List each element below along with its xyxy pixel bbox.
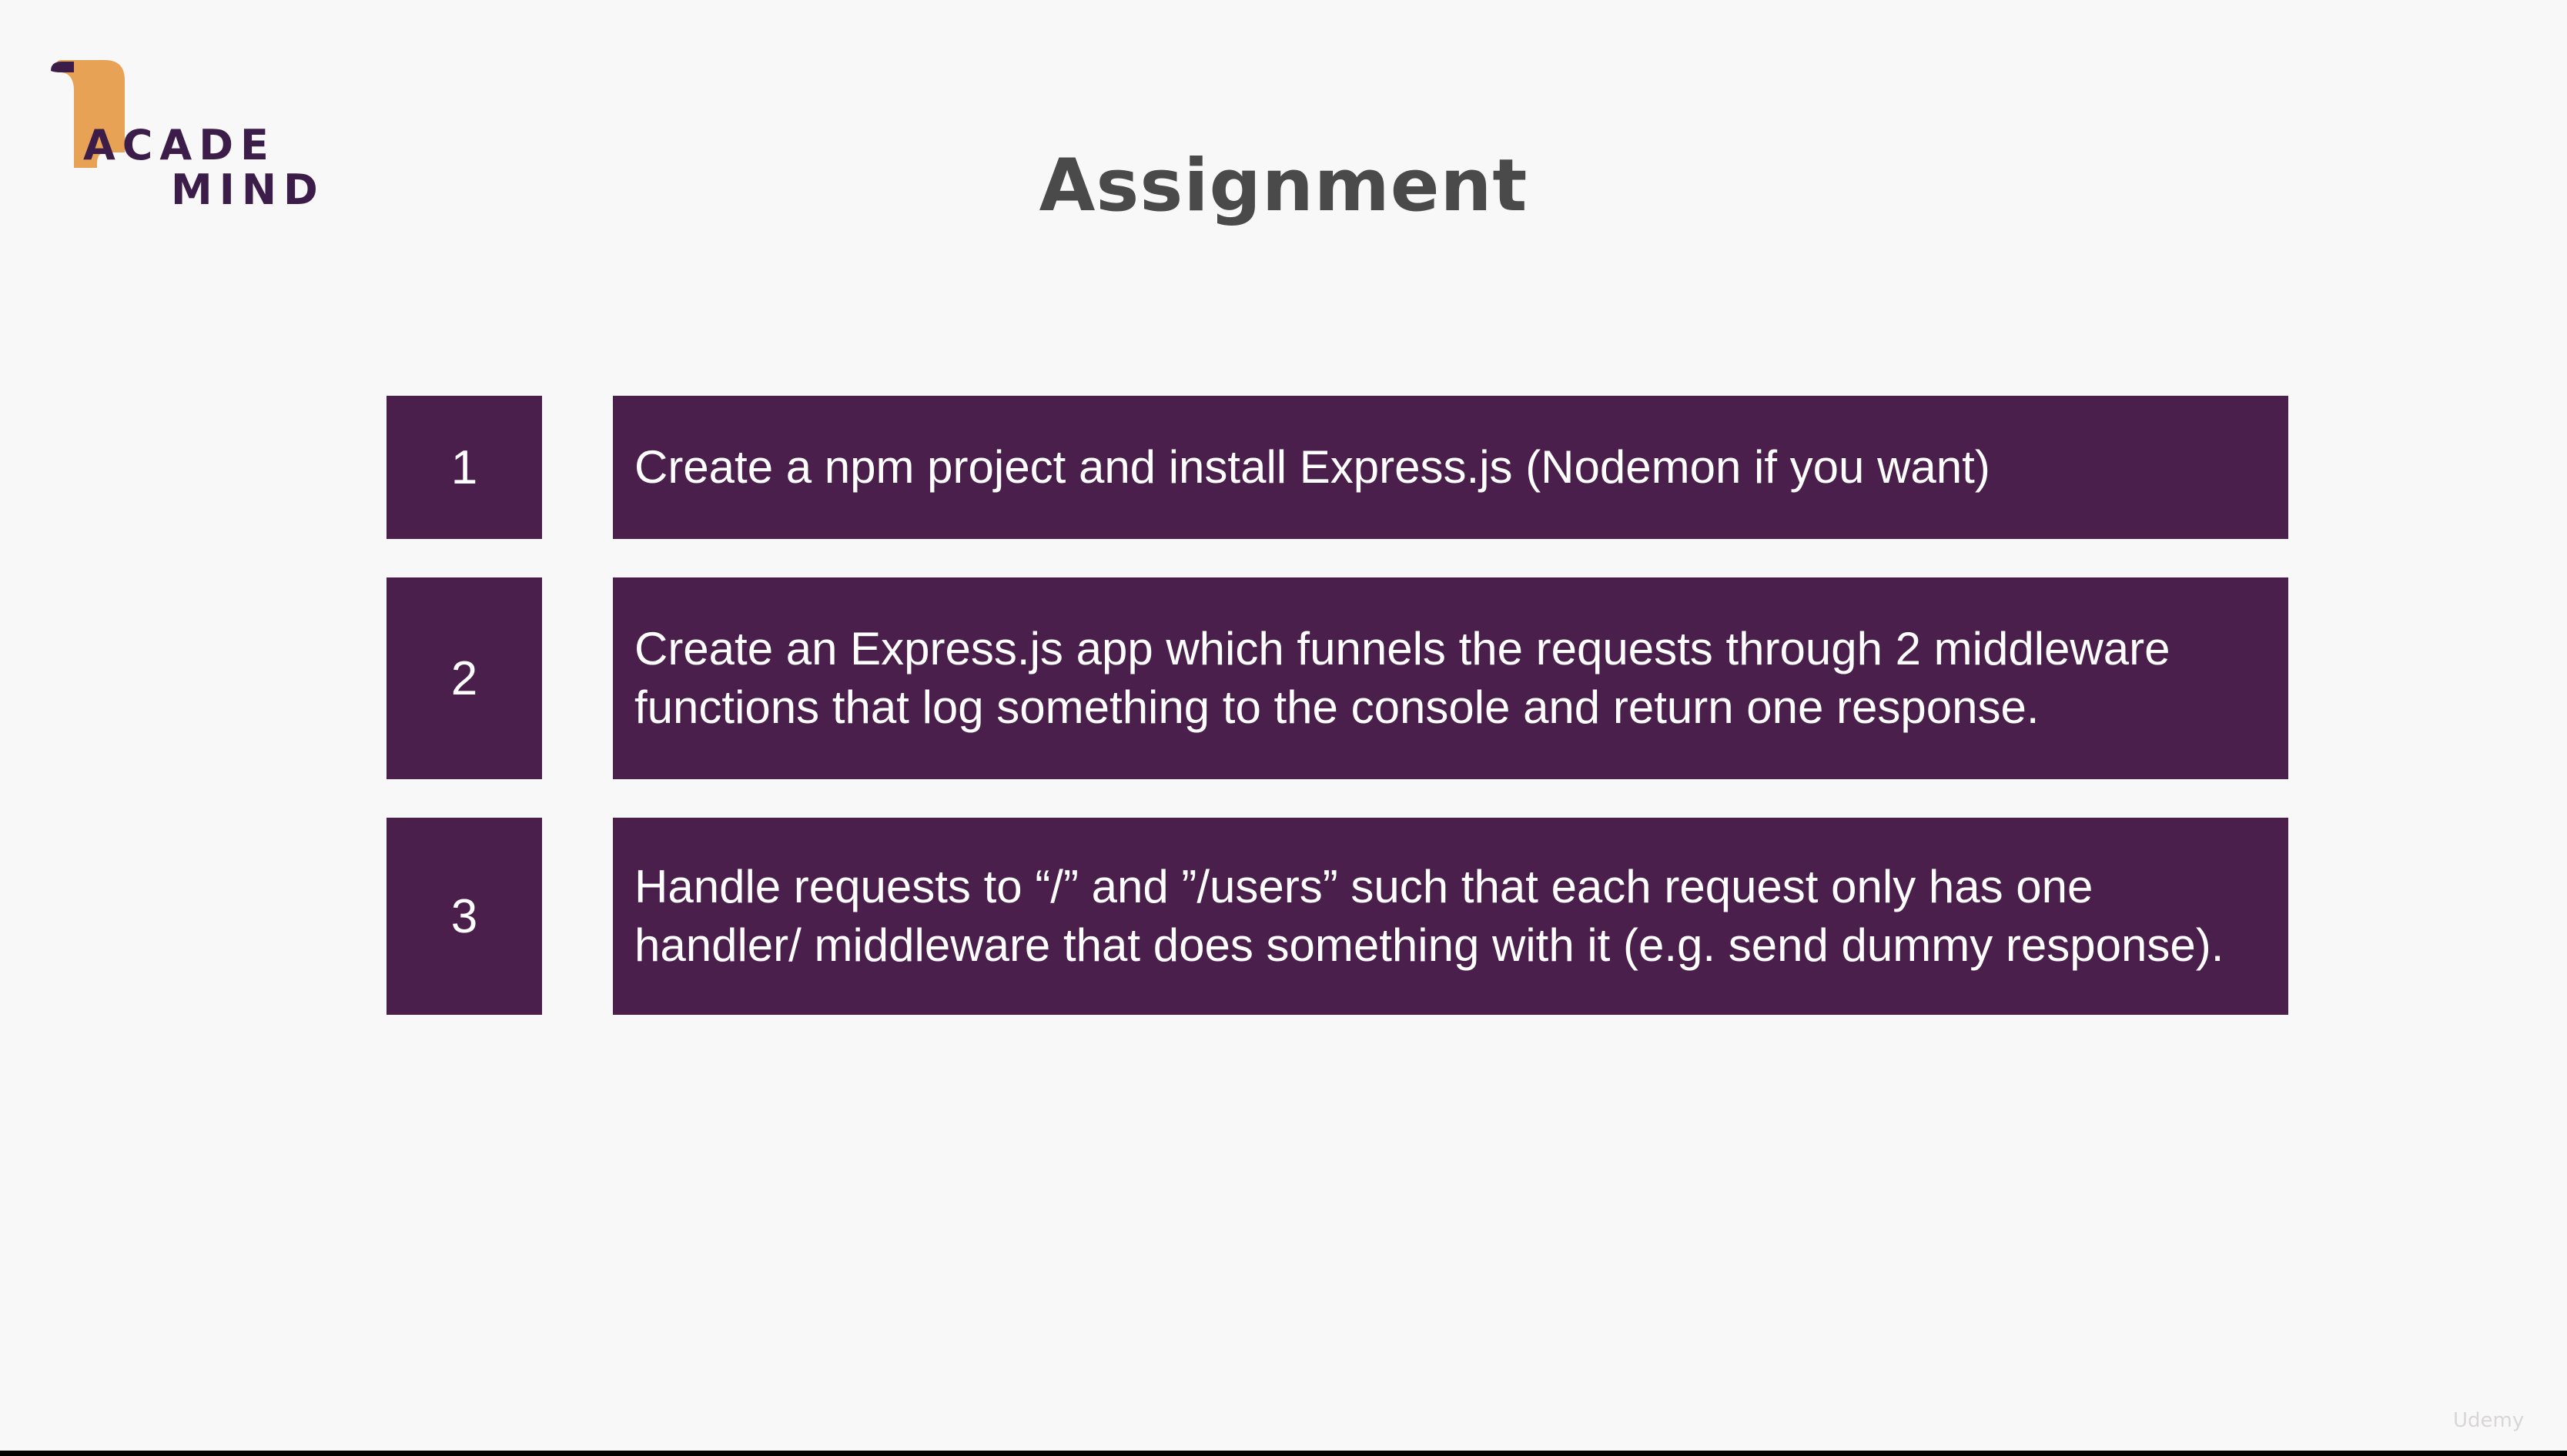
task-text-box: Create a npm project and install Express…	[613, 396, 2288, 539]
task-row: 1 Create a npm project and install Expre…	[0, 396, 2567, 539]
task-text-box: Handle requests to “/” and ”/users” such…	[613, 818, 2288, 1015]
task-text: Create an Express.js app which funnels t…	[634, 623, 2170, 733]
task-number-box: 3	[387, 818, 542, 1015]
task-row: 2 Create an Express.js app which funnels…	[0, 577, 2567, 779]
task-number: 3	[450, 889, 478, 943]
task-text: Handle requests to “/” and ”/users” such…	[634, 861, 2224, 971]
task-number-box: 2	[387, 577, 542, 779]
task-number: 1	[450, 440, 478, 494]
task-text-box: Create an Express.js app which funnels t…	[613, 577, 2288, 779]
task-text: Create a npm project and install Express…	[634, 441, 1990, 493]
slide-title: Assignment	[0, 146, 2567, 226]
slide-title-text: Assignment	[1039, 144, 1528, 228]
task-number: 2	[450, 651, 478, 705]
udemy-watermark-text: Udemy	[2453, 1409, 2525, 1432]
udemy-watermark: Udemy	[2453, 1409, 2524, 1432]
slide: ACADE MIND Assignment 1 Create a npm pro…	[0, 0, 2567, 1451]
task-number-box: 1	[387, 396, 542, 539]
task-row: 3 Handle requests to “/” and ”/users” su…	[0, 818, 2567, 1015]
